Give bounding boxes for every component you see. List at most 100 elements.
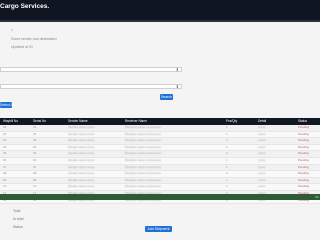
cell-pcs: 1 <box>226 177 228 182</box>
cell-detail: xxxxx <box>258 184 266 189</box>
info-line-1: Some sender and destination <box>11 37 57 41</box>
table-row[interactable]: 07 07 Sender name xxxxx Receiver name xxxxx… <box>0 164 320 172</box>
cell-detail: xxxxx <box>258 144 266 149</box>
cell-status: Pending <box>298 177 310 182</box>
cell-sender: Sender name xxxxx <box>68 157 95 162</box>
cell-waybill: 03 <box>3 138 7 143</box>
search-button[interactable]: Search <box>160 94 173 100</box>
select-arrow-icon: ⬍ <box>175 67 179 72</box>
cell-detail: xxxxx <box>258 157 266 162</box>
table-row[interactable]: 01 01 Sender name xxxxx Receiver name xxxxx… <box>0 125 320 132</box>
cell-receiver: Receiver name xxxxxxxxxx <box>125 125 162 129</box>
cell-sender: Sender name xxxxx <box>68 164 95 169</box>
cell-receiver: Receiver name xxxxxxxxxx <box>125 157 162 162</box>
col-serial[interactable]: Serial No <box>33 118 46 125</box>
cell-detail: xxxxx <box>258 131 266 136</box>
cell-status: Pending <box>298 138 310 143</box>
cell-pcs: 2 <box>226 138 228 143</box>
table-row[interactable]: 08 08 Sender name xxxxx Receiver name xxxxx… <box>0 171 320 178</box>
cell-status: Pending <box>298 144 310 149</box>
cell-receiver: Receiver name xxxxxxxxxx <box>125 177 162 182</box>
cell-pcs: 1 <box>226 144 228 149</box>
col-pcs[interactable]: Pcs/Qty <box>226 118 237 125</box>
col-waybill[interactable]: Waybill No <box>3 118 18 125</box>
cell-status: Pending <box>298 131 310 136</box>
cell-detail: xxxxx <box>258 125 266 129</box>
navbar-divider <box>0 20 320 22</box>
cell-pcs: 3 <box>226 151 228 156</box>
cell-serial: 03 <box>33 138 37 143</box>
filter-select-1[interactable]: ⬍ <box>0 67 182 72</box>
cell-receiver: Receiver name xxxxxxxxxx <box>125 151 162 156</box>
cell-detail: xxxxx <box>258 151 266 156</box>
cell-serial: 04 <box>33 144 37 149</box>
cell-status: Pending <box>298 151 310 156</box>
top-navbar: Cargo Services. <box>0 0 320 20</box>
info-marker: » <box>11 28 13 32</box>
col-receiver[interactable]: Receiver Name <box>125 118 147 125</box>
cell-waybill: 04 <box>3 144 7 149</box>
cell-serial: 01 <box>33 125 37 129</box>
cell-pcs: 1 <box>226 157 228 162</box>
cell-serial: 02 <box>33 131 37 136</box>
cell-receiver: Receiver name xxxxxxxxxx <box>125 138 162 143</box>
add-shipment-button[interactable]: Add Shipment <box>145 226 172 232</box>
cell-pcs: 1 <box>226 164 228 169</box>
cell-waybill: 08 <box>3 171 7 176</box>
cell-serial: 05 <box>33 151 37 156</box>
col-detail[interactable]: Detail <box>258 118 266 125</box>
col-status[interactable]: Status <box>298 118 307 125</box>
summary-line-2: In total <box>13 217 24 221</box>
cell-serial: 06 <box>33 157 37 162</box>
cell-waybill: 02 <box>3 131 7 136</box>
cell-serial: 10 <box>33 184 37 189</box>
cell-receiver: Receiver name xxxxxxxxxx <box>125 171 162 176</box>
cell-receiver: Receiver name xxxxxxxxxx <box>125 144 162 149</box>
cell-sender: Sender name xxxxx <box>68 144 95 149</box>
filter-select-2[interactable]: ⬍ <box>0 84 182 89</box>
cell-serial: 07 <box>33 164 37 169</box>
cell-waybill: 06 <box>3 157 7 162</box>
table-row[interactable]: 10 10 Sender name xxxxx Receiver name xxxxx… <box>0 184 320 191</box>
summary-line-3: Status <box>13 225 23 229</box>
cell-status: Pending <box>298 184 310 189</box>
cell-detail: xxxxx <box>258 164 266 169</box>
shipments-table-header: Waybill No Serial No Sender Name Receive… <box>0 118 320 125</box>
cell-pcs: 2 <box>226 171 228 176</box>
select-arrow-icon: ⬍ <box>175 84 179 89</box>
cell-status: Pending <box>298 157 310 162</box>
cell-waybill: 05 <box>3 151 7 156</box>
cell-pcs: 1 <box>226 131 228 136</box>
cell-waybill: 09 <box>3 177 7 182</box>
shipments-table-body: 01 01 Sender name xxxxx Receiver name xxxxx… <box>0 125 320 205</box>
cell-sender: Sender name xxxxx <box>68 138 95 143</box>
col-sender[interactable]: Sender Name <box>68 118 88 125</box>
cell-status: Pending <box>298 171 310 176</box>
table-row[interactable]: 03 03 Sender name xxxxx Receiver name xxxxx… <box>0 138 320 145</box>
table-row[interactable]: 06 06 Sender name xxxxx Receiver name xxxxx… <box>0 157 320 165</box>
table-row[interactable]: 09 09 Sender name xxxxx Receiver name xxxxx… <box>0 177 320 185</box>
select-all-button[interactable]: Select All <box>0 102 14 108</box>
cell-waybill: 01 <box>3 125 7 129</box>
cell-sender: Sender name xxxxx <box>68 131 95 136</box>
cell-receiver: Receiver name xxxxxxxxxx <box>125 131 162 136</box>
cell-detail: xxxxx <box>258 177 266 182</box>
table-footer-bar: Tot <box>0 194 320 200</box>
cell-serial: 09 <box>33 177 37 182</box>
cell-sender: Sender name xxxxx <box>68 151 95 156</box>
table-row[interactable]: 02 02 Sender name xxxxx Receiver name xxxxx… <box>0 131 320 139</box>
cell-status: Pending <box>298 125 310 129</box>
cell-status: Pending <box>298 164 310 169</box>
cell-receiver: Receiver name xxxxxxxxxx <box>125 184 162 189</box>
cell-waybill: 10 <box>3 184 7 189</box>
info-line-2: Updated at 01 <box>11 45 33 49</box>
cell-pcs: 1 <box>226 125 228 129</box>
table-row[interactable]: 05 05 Sender name xxxxx Receiver name xxxxx… <box>0 151 320 158</box>
cell-pcs: 1 <box>226 184 228 189</box>
brand-title[interactable]: Cargo Services. <box>0 3 49 10</box>
cell-detail: xxxxx <box>258 171 266 176</box>
cell-sender: Sender name xxxxx <box>68 171 95 176</box>
summary-line-1: Total <box>13 209 21 213</box>
table-row[interactable]: 04 04 Sender name xxxxx Receiver name xxxxx… <box>0 144 320 152</box>
cell-sender: Sender name xxxxx <box>68 184 95 189</box>
